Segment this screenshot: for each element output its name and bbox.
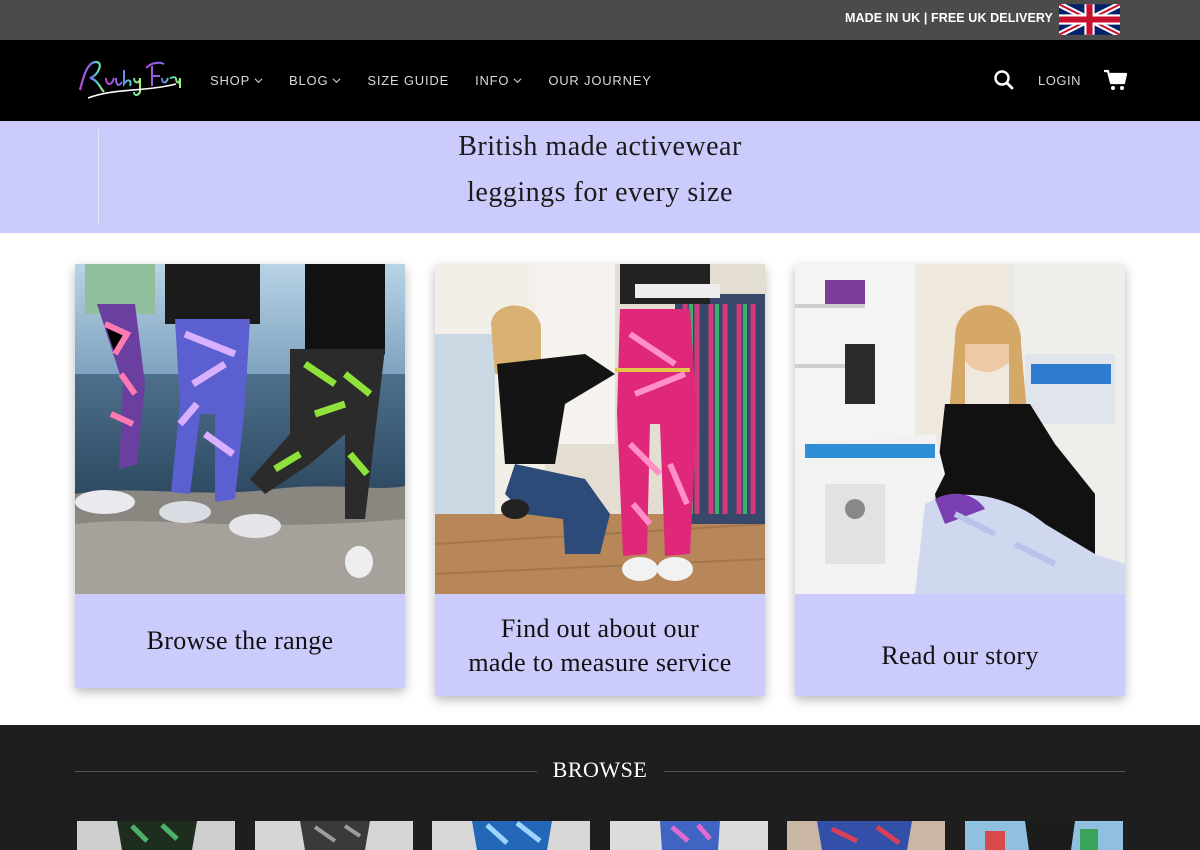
login-link[interactable]: LOGIN [1038,73,1081,88]
delivery-banner-text: MADE IN UK | FREE UK DELIVERY [844,11,1053,25]
nav-info[interactable]: INFO [475,73,522,88]
product-thumbnail[interactable] [432,821,590,850]
seamstress-image [795,264,1125,594]
nav-our-journey-label: OUR JOURNEY [548,73,652,88]
our-story-caption: Read our story [881,641,1039,670]
nav-info-label: INFO [475,73,510,88]
browse-range-card[interactable]: Browse the range [75,264,405,688]
chevron-down-icon [332,78,341,84]
hero-heading-line2: leggings for every size [467,177,733,208]
leggings-by-sea-image [75,264,405,594]
our-story-card[interactable]: Read our story [795,264,1125,696]
product-thumbnail[interactable] [965,821,1123,850]
product-thumbnail[interactable] [610,821,768,850]
feature-cards: Browse the range Find out about our made… [0,233,1200,724]
ruby-fury-logo[interactable] [74,48,184,106]
made-to-measure-caption-line1: Find out about our [500,614,700,643]
main-nav: SHOP BLOG SIZE GUIDE INFO OUR JOURNEY [210,40,678,121]
cart-icon[interactable] [1103,68,1129,92]
browse-section: BROWSE [0,725,1200,850]
divider [664,771,1125,772]
chevron-down-icon [513,78,522,84]
nav-blog[interactable]: BLOG [289,73,341,88]
hero-heading-line1: British made activewear [458,131,742,162]
nav-shop[interactable]: SHOP [210,73,263,88]
uk-flag-icon [1059,4,1120,35]
search-icon[interactable] [993,69,1015,91]
browse-range-caption: Browse the range [146,626,334,655]
made-to-measure-card[interactable]: Find out about our made to measure servi… [435,264,765,696]
nav-our-journey[interactable]: OUR JOURNEY [548,73,651,88]
nav-shop-label: SHOP [210,73,251,88]
made-to-measure-caption: Find out about our made to measure servi… [435,594,765,696]
main-header: SHOP BLOG SIZE GUIDE INFO OUR JOURNEY LO… [0,40,1200,121]
product-thumbnail[interactable] [787,821,945,850]
chevron-down-icon [254,78,263,84]
made-to-measure-caption-line2: made to measure service [468,648,732,677]
product-thumbnail[interactable] [77,821,235,850]
top-bar: MADE IN UK | FREE UK DELIVERY [0,0,1200,40]
nav-blog-label: BLOG [289,73,329,88]
product-thumbnail[interactable] [255,821,413,850]
browse-heading: BROWSE [552,757,648,782]
nav-size-guide-label: SIZE GUIDE [367,73,450,88]
measuring-customer-image [435,264,765,594]
nav-size-guide[interactable]: SIZE GUIDE [367,73,449,88]
hero-banner: British made activewear leggings for eve… [0,121,1200,233]
